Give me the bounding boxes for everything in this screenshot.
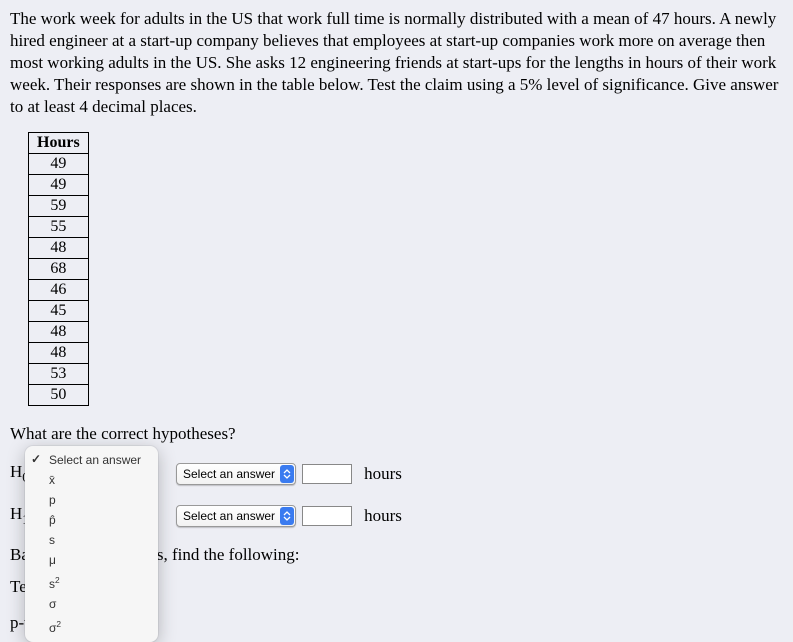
h0-value-input[interactable] [302, 464, 352, 484]
table-cell: 53 [29, 364, 89, 385]
dropdown-option[interactable]: p [25, 490, 158, 510]
dropdown-option[interactable]: p̂ [25, 510, 158, 530]
chevron-up-down-icon [280, 507, 294, 525]
table-cell: 55 [29, 217, 89, 238]
problem-statement: The work week for adults in the US that … [10, 8, 783, 118]
h1-unit: hours [364, 506, 402, 526]
dropdown-option[interactable]: s [25, 530, 158, 550]
chevron-up-down-icon [280, 465, 294, 483]
dropdown-option[interactable]: s2 [25, 570, 158, 594]
table-header: Hours [29, 133, 89, 154]
h1-value-input[interactable] [302, 506, 352, 526]
table-cell: 59 [29, 196, 89, 217]
h0-relation-select[interactable]: Select an answer [176, 463, 296, 485]
h1-relation-select[interactable]: Select an answer [176, 505, 296, 527]
select-placeholder: Select an answer [183, 509, 275, 523]
table-cell: 46 [29, 280, 89, 301]
table-cell: 49 [29, 154, 89, 175]
table-cell: 45 [29, 301, 89, 322]
parameter-dropdown[interactable]: Select an answer x̄pp̂sμs2σσ2 [25, 446, 158, 642]
table-cell: 68 [29, 259, 89, 280]
table-cell: 49 [29, 175, 89, 196]
table-cell: 48 [29, 238, 89, 259]
table-cell: 48 [29, 322, 89, 343]
table-cell: 48 [29, 343, 89, 364]
dropdown-option-selected[interactable]: Select an answer [25, 450, 158, 470]
dropdown-option[interactable]: x̄ [25, 470, 158, 490]
dropdown-option[interactable]: σ2 [25, 614, 158, 638]
hypotheses-question: What are the correct hypotheses? [10, 424, 783, 444]
dropdown-option[interactable]: μ [25, 550, 158, 570]
hours-table: Hours 494959554868464548485350 [28, 132, 89, 406]
h0-unit: hours [364, 464, 402, 484]
dropdown-option[interactable]: σ [25, 594, 158, 614]
select-placeholder: Select an answer [183, 467, 275, 481]
table-cell: 50 [29, 385, 89, 406]
